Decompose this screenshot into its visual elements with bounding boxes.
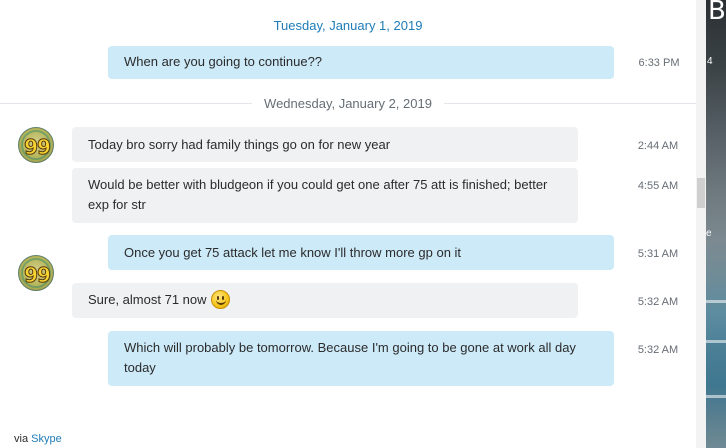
desktop-background: B 4 e	[706, 0, 726, 448]
message-timestamp: 6:33 PM	[638, 57, 680, 69]
message-text: When are you going to continue??	[124, 54, 323, 69]
message-text: Once you get 75 attack let me know I'll …	[124, 245, 462, 260]
desktop-text-fragment: 4	[707, 56, 713, 67]
date-header-jan-2: Wednesday, January 2, 2019	[252, 96, 444, 111]
message-bubble-outgoing[interactable]: Which will probably be tomorrow. Because…	[108, 331, 614, 386]
wave-highlight	[706, 340, 726, 343]
message-timestamp: 5:32 AM	[637, 296, 679, 308]
message-text: Today bro sorry had family things go on …	[88, 137, 391, 152]
scrollbar-thumb[interactable]	[697, 178, 705, 208]
skype-link[interactable]: Skype	[31, 433, 62, 445]
chat-history-panel: Tuesday, January 1, 2019 When are you go…	[0, 0, 696, 448]
desktop-text-fragment: e	[706, 228, 712, 239]
message-timestamp: 2:44 AM	[637, 140, 679, 152]
wave-highlight	[706, 300, 726, 303]
message-bubble-incoming[interactable]: Would be better with bludgeon if you cou…	[72, 168, 578, 223]
message-timestamp: 5:32 AM	[637, 344, 679, 356]
message-bubble-outgoing[interactable]: When are you going to continue??	[108, 46, 614, 79]
message-bubble-outgoing[interactable]: Once you get 75 attack let me know I'll …	[108, 235, 614, 270]
message-text: Which will probably be tomorrow. Because…	[124, 340, 576, 375]
message-text: Would be better with bludgeon if you cou…	[88, 177, 548, 212]
message-timestamp: 5:31 AM	[637, 248, 679, 260]
contact-avatar[interactable]: 99	[18, 255, 54, 291]
contact-avatar[interactable]: 99	[18, 127, 54, 163]
desktop-text-fragment: B	[708, 0, 726, 26]
wave-highlight	[706, 395, 726, 398]
date-separator: Wednesday, January 2, 2019	[0, 96, 696, 112]
footer-source: via Skype	[14, 433, 62, 445]
message-text: Sure, almost 71 now	[88, 292, 207, 307]
message-bubble-incoming[interactable]: Sure, almost 71 now	[72, 283, 578, 318]
message-bubble-incoming[interactable]: Today bro sorry had family things go on …	[72, 127, 578, 162]
smile-emoji-icon	[210, 290, 230, 310]
avatar-label: 99	[24, 263, 52, 288]
avatar-label: 99	[24, 135, 52, 160]
message-timestamp: 4:55 AM	[637, 180, 679, 192]
footer-prefix: via	[14, 433, 29, 445]
date-header-jan-1: Tuesday, January 1, 2019	[273, 18, 423, 33]
scrollbar-track[interactable]	[696, 0, 706, 448]
